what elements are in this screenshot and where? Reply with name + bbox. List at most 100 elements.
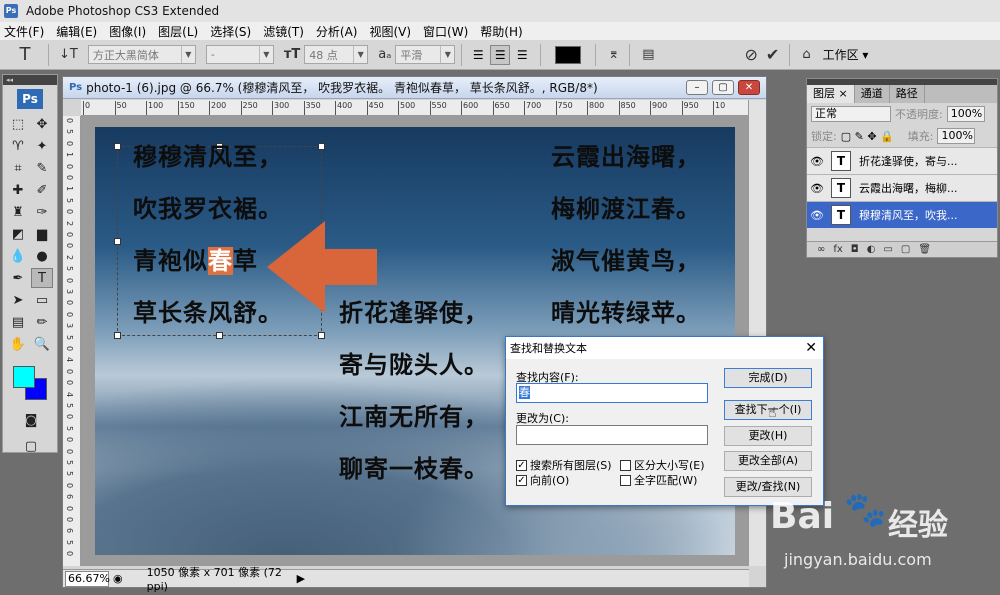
transform-handle[interactable]: [114, 238, 121, 245]
foreground-color[interactable]: [13, 366, 35, 388]
brush-tool-icon[interactable]: ✐: [31, 180, 53, 200]
antialias-select[interactable]: 平滑 ▼: [395, 45, 456, 64]
change-button[interactable]: 更改(H): [724, 426, 812, 446]
transform-handle[interactable]: [318, 332, 325, 339]
mask-icon[interactable]: ◘: [851, 244, 859, 255]
align-right-button[interactable]: ☰: [512, 45, 532, 65]
link-icon[interactable]: ∞: [817, 244, 825, 255]
trash-icon[interactable]: 🗑: [918, 244, 931, 255]
warp-text-icon[interactable]: ⌆: [608, 47, 619, 62]
eraser-tool-icon[interactable]: ◩: [7, 224, 29, 244]
poem-text-middle[interactable]: 折花逢驿使， 寄与陇头人。 江南无所有， 聊寄一枝春。: [339, 287, 489, 495]
case-sensitive-checkbox[interactable]: 区分大小写(E): [620, 457, 705, 473]
done-button[interactable]: 完成(D): [724, 368, 812, 388]
tab-layers[interactable]: 图层 ×: [807, 85, 855, 103]
text-tool-preset-icon[interactable]: T: [8, 43, 42, 67]
healing-brush-tool-icon[interactable]: ✚: [7, 180, 29, 200]
group-icon[interactable]: ▭: [883, 244, 892, 255]
menu-filter[interactable]: 滤镜(T): [263, 23, 304, 40]
fx-icon[interactable]: fx: [833, 244, 842, 255]
checkbox-label: 区分大小写(E): [634, 459, 705, 472]
replace-input[interactable]: [516, 425, 708, 445]
text-color-swatch[interactable]: [555, 45, 582, 64]
tab-channels[interactable]: 通道: [855, 85, 890, 103]
close-icon[interactable]: ✕: [805, 340, 817, 356]
maximize-button[interactable]: ▢: [712, 80, 734, 95]
font-family-select[interactable]: 方正大黑简体 ▼: [87, 45, 196, 64]
history-brush-tool-icon[interactable]: ✑: [31, 202, 53, 222]
menu-help[interactable]: 帮助(H): [480, 23, 522, 40]
blend-mode-select[interactable]: 正常: [811, 106, 891, 122]
menu-file[interactable]: 文件(F): [4, 23, 44, 40]
status-menu-icon[interactable]: ◉: [113, 572, 123, 585]
poem-text-right[interactable]: 云霞出海曙， 梅柳渡江春。 淑气催黄鸟， 晴光转绿苹。: [551, 131, 701, 339]
toolbox-grip[interactable]: ◂◂: [3, 75, 57, 85]
eye-icon[interactable]: 👁: [807, 182, 827, 195]
adjustment-icon[interactable]: ◐: [867, 244, 876, 255]
eye-icon[interactable]: 👁: [807, 209, 827, 222]
bridge-icon[interactable]: ⌂: [802, 47, 810, 62]
layer-item-selected[interactable]: 👁 T 穆穆清风至，吹我...: [807, 201, 997, 228]
transform-handle[interactable]: [114, 143, 121, 150]
path-selection-tool-icon[interactable]: ➤: [7, 290, 29, 310]
marquee-tool-icon[interactable]: ⬚: [7, 114, 29, 134]
clone-stamp-tool-icon[interactable]: ♜: [7, 202, 29, 222]
menu-select[interactable]: 选择(S): [210, 23, 251, 40]
status-arrow-icon[interactable]: ▶: [297, 572, 305, 585]
move-tool-icon[interactable]: ✥: [31, 114, 53, 134]
zoom-tool-icon[interactable]: 🔍: [31, 334, 53, 354]
forward-checkbox[interactable]: ✓ 向前(O): [516, 472, 569, 488]
zoom-field[interactable]: 66.67%: [65, 570, 110, 587]
horizontal-ruler[interactable]: 0 50 100 150 200 250 300 350 400 450 500 550 600 650 7…: [81, 100, 749, 116]
menu-analysis[interactable]: 分析(A): [316, 23, 358, 40]
layer-item[interactable]: 👁 T 折花逢驿使，寄与...: [807, 147, 997, 174]
quick-mask-icon[interactable]: ◙: [20, 410, 42, 430]
vertical-ruler[interactable]: 0 5 0 1 0 0 1 5 0 2 0 0 2 5 0 3 0 0 3 5 0 4 0 0 4 5 0 5 0 0 5 5 0 6 0 0 6 5 0: [63, 116, 81, 566]
transform-handle[interactable]: [114, 332, 121, 339]
fill-field[interactable]: 100%: [937, 128, 976, 144]
tab-paths[interactable]: 路径: [890, 85, 925, 103]
menu-image[interactable]: 图像(I): [109, 23, 146, 40]
lasso-tool-icon[interactable]: ♈: [7, 136, 29, 156]
font-size-select[interactable]: 48 点 ▼: [304, 45, 369, 64]
menu-layer[interactable]: 图层(L): [158, 23, 198, 40]
shape-tool-icon[interactable]: ▭: [31, 290, 53, 310]
workspace-menu[interactable]: 工作区 ▾: [823, 46, 869, 63]
align-center-button[interactable]: ☰: [490, 44, 511, 65]
blur-tool-icon[interactable]: 💧: [7, 246, 29, 266]
transform-handle[interactable]: [318, 143, 325, 150]
find-input[interactable]: 春: [516, 383, 708, 403]
screen-mode-icon[interactable]: ▢: [20, 436, 42, 456]
character-panel-icon[interactable]: ▤: [642, 47, 654, 62]
eye-icon[interactable]: 👁: [807, 155, 827, 168]
magic-wand-tool-icon[interactable]: ✦: [31, 136, 53, 156]
hand-tool-icon[interactable]: ✋: [7, 334, 29, 354]
align-left-button[interactable]: ☰: [468, 45, 488, 65]
commit-icon[interactable]: ✔: [766, 45, 779, 64]
close-button[interactable]: ✕: [738, 80, 760, 95]
menu-view[interactable]: 视图(V): [369, 23, 411, 40]
menu-edit[interactable]: 编辑(E): [56, 23, 97, 40]
crop-tool-icon[interactable]: ⌗: [7, 158, 29, 178]
opacity-field[interactable]: 100%: [946, 106, 985, 122]
minimize-button[interactable]: –: [686, 80, 708, 95]
text-orientation-icon[interactable]: ↓T: [59, 47, 78, 62]
pen-tool-icon[interactable]: ✒: [7, 268, 29, 288]
font-style-select[interactable]: - ▼: [205, 45, 274, 64]
whole-word-checkbox[interactable]: 全字匹配(W): [620, 472, 697, 488]
ruler-tick: 0: [65, 448, 74, 454]
cancel-icon[interactable]: ⊘: [745, 45, 758, 64]
gradient-tool-icon[interactable]: ▆: [31, 224, 53, 244]
notes-tool-icon[interactable]: ▤: [7, 312, 29, 332]
change-all-button[interactable]: 更改全部(A): [724, 451, 812, 471]
type-tool-icon[interactable]: T: [31, 268, 53, 288]
dodge-tool-icon[interactable]: ●: [31, 246, 53, 266]
poem-text-left[interactable]: 穆穆清风至， 吹我罗衣裾。 青袍似春草 草长条风舒。: [133, 131, 283, 339]
lock-icons[interactable]: ▢ ✎ ✥ 🔒: [841, 130, 894, 143]
slice-tool-icon[interactable]: ✎: [31, 158, 53, 178]
menu-window[interactable]: 窗口(W): [423, 23, 468, 40]
search-all-layers-checkbox[interactable]: ✓ 搜索所有图层(S): [516, 457, 612, 473]
layer-item[interactable]: 👁 T 云霞出海曙，梅柳...: [807, 174, 997, 201]
new-layer-icon[interactable]: ▢: [901, 244, 910, 255]
eyedropper-tool-icon[interactable]: ✏: [31, 312, 53, 332]
